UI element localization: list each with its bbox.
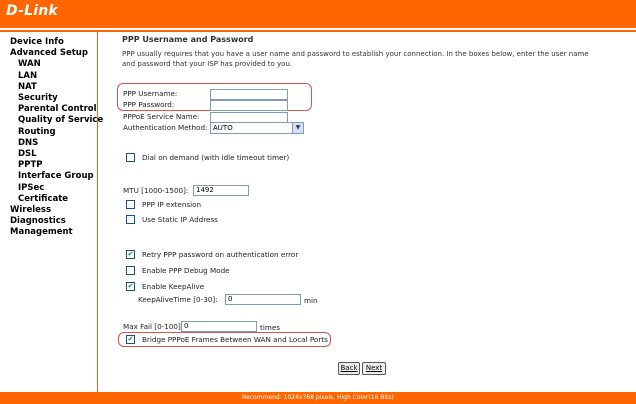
page-description: PPP usually requires that you have a use… bbox=[122, 50, 589, 68]
back-button[interactable]: Back bbox=[338, 362, 360, 375]
max-fail-input[interactable]: 0 bbox=[181, 321, 257, 332]
auth-method-select[interactable]: AUTO ▼ bbox=[210, 122, 304, 134]
nav-item-nat[interactable]: NAT bbox=[10, 82, 103, 93]
bridge-pppoe-label: Bridge PPPoE Frames Between WAN and Loca… bbox=[142, 335, 328, 344]
nav-item-routing[interactable]: Routing bbox=[10, 127, 103, 138]
nav-item-quality-of-service[interactable]: Quality of Service bbox=[10, 115, 103, 126]
keepalive-time-input[interactable]: 0 bbox=[225, 294, 301, 305]
keepalive-time-label: KeepAliveTime [0-30]: bbox=[138, 295, 218, 304]
page-title: PPP Username and Password bbox=[122, 35, 254, 44]
static-ip-label: Use Static IP Address bbox=[142, 215, 218, 224]
dial-on-demand-checkbox[interactable] bbox=[126, 153, 135, 162]
retry-password-checkbox[interactable]: ✔ bbox=[126, 250, 135, 259]
nav-item-wan[interactable]: WAN bbox=[10, 59, 103, 70]
keepalive-label: Enable KeepAlive bbox=[142, 282, 205, 291]
retry-password-label: Retry PPP password on authentication err… bbox=[142, 250, 299, 259]
nav-item-lan[interactable]: LAN bbox=[10, 71, 103, 82]
header-bar: D-Link bbox=[0, 0, 636, 30]
keepalive-checkbox[interactable]: ✔ bbox=[126, 282, 135, 291]
nav-item-ipsec[interactable]: IPSec bbox=[10, 183, 103, 194]
nav-item-parental-control[interactable]: Parental Control bbox=[10, 104, 103, 115]
static-ip-checkbox[interactable] bbox=[126, 215, 135, 224]
debug-mode-checkbox[interactable] bbox=[126, 266, 135, 275]
username-label: PPP Username: bbox=[123, 89, 178, 98]
mtu-input[interactable]: 1492 bbox=[193, 185, 249, 196]
keepalive-time-unit: min bbox=[304, 296, 318, 305]
password-input[interactable] bbox=[210, 100, 288, 111]
next-button-label: Next bbox=[365, 364, 383, 372]
mtu-label: MTU [1000-1500]: bbox=[123, 186, 189, 195]
max-fail-label: Max Fail [0-100]: bbox=[123, 322, 184, 331]
nav-item-management[interactable]: Management bbox=[10, 227, 103, 238]
main-content: PPP Username and Password PPP usually re… bbox=[98, 32, 636, 392]
back-button-label: Back bbox=[340, 364, 358, 372]
footer-bar: Recommend: 1024x768 pixels, High Color(1… bbox=[0, 392, 636, 404]
ppp-ip-extension-checkbox[interactable] bbox=[126, 200, 135, 209]
auth-method-value: AUTO bbox=[213, 124, 233, 132]
service-name-label: PPPoE Service Name: bbox=[123, 112, 200, 121]
nav-item-pptp[interactable]: PPTP bbox=[10, 160, 103, 171]
next-button[interactable]: Next bbox=[362, 362, 386, 375]
sidebar: Device Info Advanced Setup WAN LAN NAT S… bbox=[0, 32, 103, 392]
nav-item-security[interactable]: Security bbox=[10, 93, 103, 104]
nav-item-interface-group[interactable]: Interface Group bbox=[10, 171, 103, 182]
bridge-pppoe-checkbox[interactable]: ✔ bbox=[126, 335, 135, 344]
nav-item-dns[interactable]: DNS bbox=[10, 138, 103, 149]
nav-item-advanced-setup[interactable]: Advanced Setup bbox=[10, 48, 103, 59]
nav-item-device-info[interactable]: Device Info bbox=[10, 37, 103, 48]
dial-on-demand-label: Dial on demand (with idle timeout timer) bbox=[142, 153, 290, 162]
sidebar-nav: Device Info Advanced Setup WAN LAN NAT S… bbox=[10, 37, 103, 239]
nav-item-wireless[interactable]: Wireless bbox=[10, 205, 103, 216]
chevron-down-icon[interactable]: ▼ bbox=[292, 123, 303, 133]
ppp-ip-extension-label: PPP IP extension bbox=[142, 200, 202, 209]
nav-item-diagnostics[interactable]: Diagnostics bbox=[10, 216, 103, 227]
nav-item-certificate[interactable]: Certificate bbox=[10, 194, 103, 205]
password-label: PPP Password: bbox=[123, 100, 175, 109]
username-input[interactable] bbox=[210, 89, 288, 100]
dlink-logo: D-Link bbox=[6, 3, 58, 19]
auth-method-label: Authentication Method: bbox=[123, 123, 208, 132]
debug-mode-label: Enable PPP Debug Mode bbox=[142, 266, 230, 275]
max-fail-unit: times bbox=[260, 323, 280, 332]
nav-item-dsl[interactable]: DSL bbox=[10, 149, 103, 160]
